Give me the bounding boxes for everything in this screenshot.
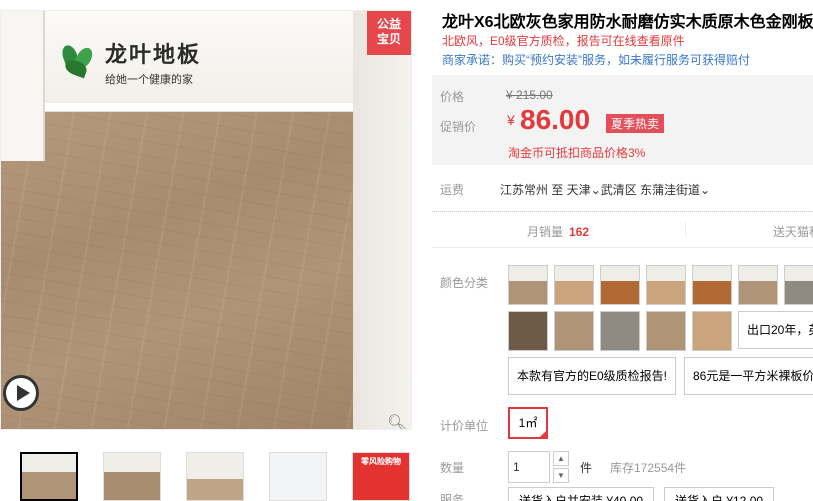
price-box: 价格 ¥ 215.00 促销价 ¥ 86.00 夏季热卖 淘金币可抵扣商品价格3… [432,75,813,165]
thumbnail-3[interactable] [186,452,244,501]
color-swatch-5[interactable] [692,265,732,305]
monthly-sales-value: 162 [569,225,590,239]
product-info: 龙叶X6北欧灰色家用防水耐磨仿实木质原木色金刚板 北欧风，E0级官方质检，报告可… [432,0,813,501]
stock-count: 库存172554件 [610,461,687,475]
shipping-row: 运费 江苏常州 至 天津⌄武清区 东蒲洼街道⌄ [440,181,813,198]
charity-badge-line2: 宝贝 [376,32,401,46]
original-price-row: 价格 ¥ 215.00 [440,88,553,105]
color-swatch-4[interactable] [646,265,686,305]
play-video-icon[interactable] [3,375,39,411]
color-option-label: 颜色分类 [440,276,489,290]
original-price-value: ¥ 215.00 [506,88,553,102]
coin-discount-note: 淘金币可抵扣商品价格3% [508,146,646,160]
color-swatch-1[interactable] [508,265,548,305]
merchant-promise-link[interactable]: 商家承诺：购买“预约安装”服务，如未履行服务可获得赔付 [442,51,750,68]
service-option-install[interactable]: 送货入户并安装 ¥40.00 [508,487,655,501]
color-swatch-9[interactable] [554,311,594,351]
unit-option-selected[interactable]: 1㎡ [508,407,548,439]
service-label: 服务 [440,493,465,501]
color-swatch-12[interactable] [692,311,732,351]
promo-price-value: 86.00 [520,104,591,135]
shipping-label: 运费 [440,183,465,197]
color-option-text-2[interactable]: 本款有官方的E0级质检报告! [508,357,677,395]
color-swatch-10[interactable] [600,311,640,351]
magnifier-icon[interactable]: 🔍︎ [387,415,407,429]
tmall-points: 送天猫积分 [773,225,813,239]
color-swatch-7[interactable] [784,265,813,305]
brand-logo: 龙叶地板 给她一个健康的家 [59,37,201,87]
monthly-sales: 月销量 162 [527,223,589,240]
currency-symbol: ¥ [507,112,515,128]
color-option-text-3[interactable]: 86元是一平方米裸板价格 [684,357,813,395]
promo-price-row: 促销价 ¥ 86.00 夏季热卖 [440,104,665,135]
color-swatch-2[interactable] [554,265,594,305]
color-option-text-1[interactable]: 出口20年，英国 [738,311,813,349]
product-title: 龙叶X6北欧灰色家用防水耐磨仿实木质原木色金刚板 [442,14,813,31]
promo-price-label: 促销价 [440,120,477,134]
original-price-label: 价格 [440,90,465,104]
thumbnail-1[interactable] [20,452,78,501]
promo-tag: 夏季热卖 [606,114,665,133]
leaf-logo-icon [59,43,97,81]
color-swatch-3[interactable] [600,265,640,305]
sales-stats: 月销量 162 送天猫积分 [432,212,813,248]
thumbnail-2[interactable] [103,452,161,501]
color-swatch-6[interactable] [738,265,778,305]
brand-slogan: 给她一个健康的家 [105,74,193,86]
unit-label: 计价单位 [440,419,489,433]
stats-separator [685,222,686,238]
thumbnail-strip: 零风险购物 [20,452,410,501]
brand-name: 龙叶地板 [105,42,202,67]
quantity-decrease-icon[interactable]: ▼ [553,468,569,483]
product-subtitle: 北欧风，E0级官方质检，报告可在线查看原件 [442,34,685,48]
quantity-label: 数量 [440,461,465,475]
quantity-input[interactable]: 1 [508,451,550,483]
color-swatch-8[interactable] [508,311,548,351]
quantity-increase-icon[interactable]: ▲ [553,451,569,466]
service-option-delivery[interactable]: 送货入户 ¥12.00 [664,487,775,501]
charity-badge-line1: 公益 [376,17,401,31]
quantity-unit: 件 [580,461,593,475]
shipping-destination-select[interactable]: 江苏常州 至 天津⌄武清区 东蒲洼街道⌄ [500,181,710,198]
thumbnail-4[interactable] [269,452,327,501]
product-page: 龙叶地板 给她一个健康的家 公益 宝贝 🔍︎ 零风险购物 龙叶X6北欧灰色家用防… [0,0,813,501]
monthly-sales-label: 月销量 [527,225,564,239]
color-swatch-11[interactable] [646,311,686,351]
charity-badge: 公益 宝贝 [367,11,411,55]
main-product-image[interactable]: 龙叶地板 给她一个健康的家 公益 宝贝 🔍︎ [0,10,412,430]
thumbnail-5[interactable]: 零风险购物 [352,452,410,501]
thumbnail-5-label: 零风险购物 [361,457,401,466]
